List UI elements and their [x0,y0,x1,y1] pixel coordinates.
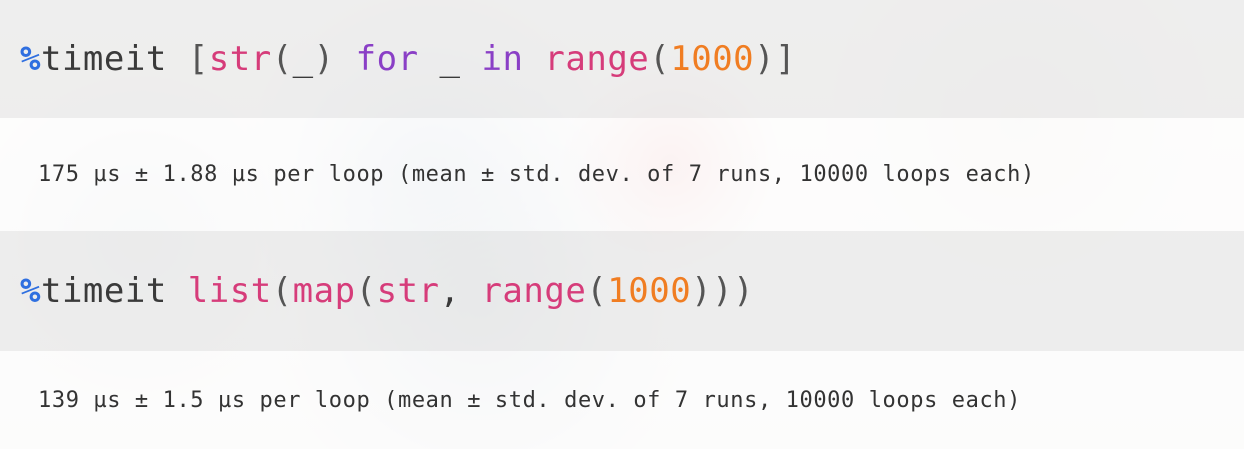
keyword-in: in [481,39,524,79]
paren-close: ) [313,39,335,79]
comma-separator: , [439,271,482,311]
builtin-range: range [544,39,650,79]
magic-command-timeit: timeit [40,271,188,311]
paren-open: ( [649,39,671,79]
magic-percent-sign: % [20,39,41,79]
magic-command-timeit: timeit [40,39,188,79]
paren-open: ( [355,271,377,311]
loop-variable: _ [418,39,482,79]
bracket-close: ] [775,39,797,79]
paren-close: ) [754,39,776,79]
builtin-list: list [187,271,272,311]
number-literal: 1000 [670,39,755,79]
variable-underscore: _ [292,39,314,79]
builtin-str: str [208,39,272,79]
code-input-cell-2[interactable]: % timeit list(map(str, range(1000))) [0,231,1244,351]
code-input-cell-1[interactable]: % timeit [str(_) for _ in range(1000)] [0,0,1244,118]
paren-open: ( [271,271,293,311]
keyword-for: for [355,39,419,79]
builtin-str: str [376,271,440,311]
builtin-map: map [292,271,356,311]
timeit-result-text: 139 µs ± 1.5 µs per loop (mean ± std. de… [38,387,1022,413]
output-cell-2: 139 µs ± 1.5 µs per loop (mean ± std. de… [0,351,1244,449]
paren-open: ( [586,271,608,311]
number-literal: 1000 [607,271,692,311]
paren-open: ( [271,39,293,79]
builtin-range: range [481,271,587,311]
timeit-result-text: 175 µs ± 1.88 µs per loop (mean ± std. d… [38,162,1035,187]
output-cell-1: 175 µs ± 1.88 µs per loop (mean ± std. d… [0,118,1244,231]
bracket-open: [ [187,39,209,79]
magic-percent-sign: % [20,271,41,311]
paren-close-group: ))) [691,271,755,311]
